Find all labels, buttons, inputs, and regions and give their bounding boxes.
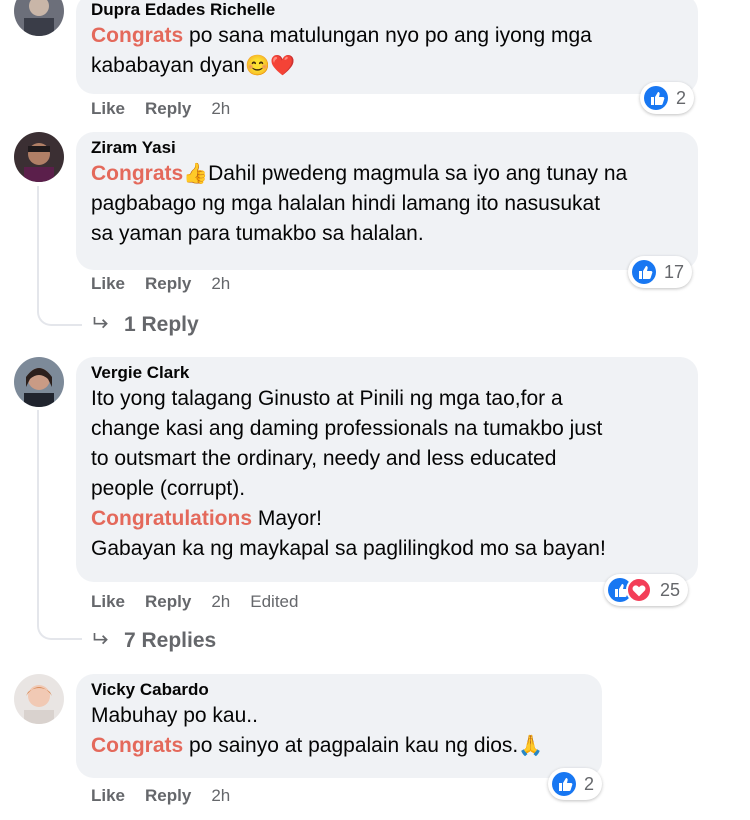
timestamp[interactable]: 2h <box>211 786 230 806</box>
mention-tag[interactable]: Congrats <box>91 24 183 47</box>
timestamp[interactable]: 2h <box>211 99 230 119</box>
heart-reaction-icon <box>626 577 652 603</box>
thread-line <box>37 410 39 620</box>
like-button[interactable]: Like <box>91 99 125 119</box>
comment-text: Ito yong talagang Ginusto at Pinili ng m… <box>91 387 606 560</box>
thumbs-up-reaction-icon <box>552 772 576 796</box>
replies-count-label[interactable]: 7 Replies <box>124 629 216 653</box>
avatar[interactable] <box>14 132 64 182</box>
reactions-summary[interactable]: 25 <box>604 574 689 606</box>
replies-count-label[interactable]: 1 Reply <box>124 313 199 337</box>
view-replies-link[interactable]: 7 Replies <box>92 628 216 654</box>
edited-label: Edited <box>250 592 299 611</box>
comment-text: Congrats👍Dahil pwedeng magmula sa iyo an… <box>91 162 628 245</box>
comment-author[interactable]: Ziram Yasi <box>91 137 682 159</box>
thumbs-up-reaction-icon <box>644 86 668 110</box>
reactions-summary[interactable]: 17 <box>628 256 693 288</box>
reaction-count: 17 <box>664 261 685 282</box>
reaction-count: 2 <box>584 773 595 794</box>
emoji: 👍 <box>183 163 209 185</box>
comment-bubble: Ziram Yasi Congrats👍Dahil pwedeng magmul… <box>76 132 698 270</box>
avatar[interactable] <box>14 357 64 407</box>
mention-tag[interactable]: Congrats <box>91 162 183 185</box>
avatar[interactable] <box>14 0 64 36</box>
reactions-summary[interactable]: 2 <box>548 768 603 800</box>
comment-bubble: Vicky Cabardo Mabuhay po kau.. Congrats … <box>76 674 602 778</box>
like-button[interactable]: Like <box>91 786 125 806</box>
comment-actions: Like Reply 2h <box>91 99 250 119</box>
reply-arrow-icon <box>92 312 112 338</box>
avatar[interactable] <box>14 674 64 724</box>
comment-actions: Like Reply 2h Edited <box>91 592 318 612</box>
timestamp[interactable]: 2h <box>211 592 230 612</box>
comment-bubble: Dupra Edades Richelle Congrats po sana m… <box>76 0 698 94</box>
thumbs-up-reaction-icon <box>632 260 656 284</box>
comment-actions: Like Reply 2h <box>91 786 250 806</box>
comment-actions: Like Reply 2h <box>91 274 250 294</box>
mention-tag[interactable]: Congratulations <box>91 507 252 530</box>
comment-text: Congrats po sana matulungan nyo po ang i… <box>91 24 592 77</box>
reply-button[interactable]: Reply <box>145 592 191 612</box>
reply-button[interactable]: Reply <box>145 274 191 294</box>
timestamp[interactable]: 2h <box>211 274 230 294</box>
like-button[interactable]: Like <box>91 274 125 294</box>
comment-author[interactable]: Dupra Edades Richelle <box>91 0 682 21</box>
reply-button[interactable]: Reply <box>145 786 191 806</box>
emoji: 🙏 <box>518 735 544 757</box>
comment-text: Mabuhay po kau.. Congrats po sainyo at p… <box>91 704 544 757</box>
emoji: 😊❤️ <box>245 55 295 77</box>
thread-line <box>37 186 39 306</box>
comment-bubble: Vergie Clark Ito yong talagang Ginusto a… <box>76 357 698 582</box>
thread-connector <box>37 306 82 326</box>
reaction-count: 2 <box>676 87 687 108</box>
reactions-summary[interactable]: 2 <box>640 82 695 114</box>
thread-connector <box>37 620 82 640</box>
reply-button[interactable]: Reply <box>145 99 191 119</box>
view-replies-link[interactable]: 1 Reply <box>92 312 199 338</box>
mention-tag[interactable]: Congrats <box>91 734 183 757</box>
reaction-count: 25 <box>660 579 681 600</box>
like-button[interactable]: Like <box>91 592 125 612</box>
comment-author[interactable]: Vergie Clark <box>91 362 682 384</box>
comment-author[interactable]: Vicky Cabardo <box>91 679 586 701</box>
reply-arrow-icon <box>92 628 112 654</box>
